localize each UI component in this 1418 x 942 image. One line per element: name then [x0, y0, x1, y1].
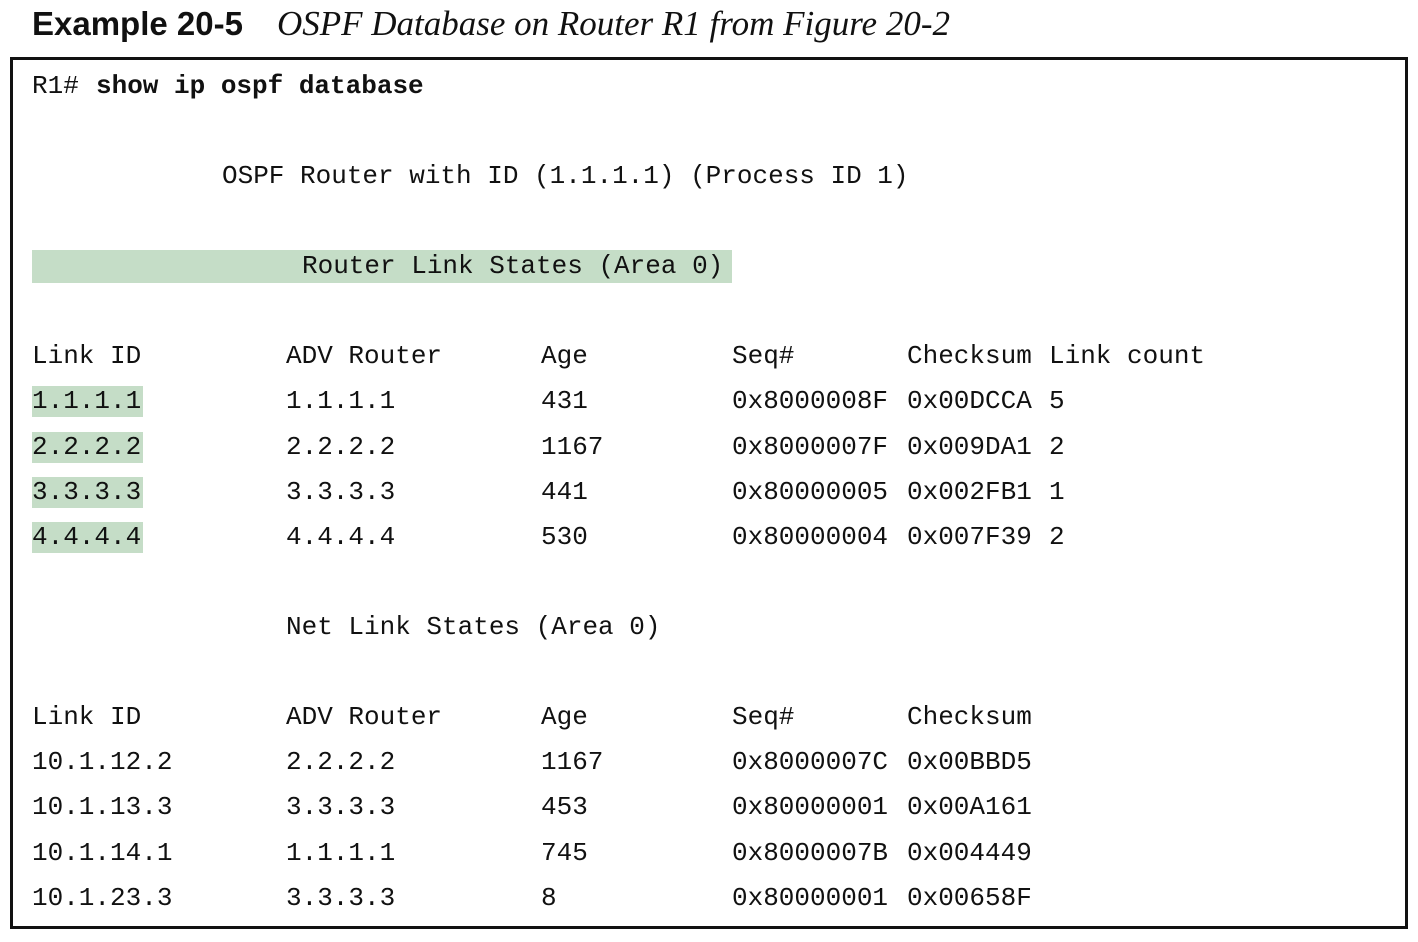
table-cell: 4.4.4.4: [32, 522, 142, 552]
table-cell: 0x80000001: [732, 883, 889, 913]
table-cell: 0x002FB1: [907, 477, 1032, 507]
table-cell: 2.2.2.2: [32, 432, 142, 462]
example-title: OSPF Database on Router R1 from Figure 2…: [276, 4, 950, 43]
table-cell: 1167: [541, 747, 604, 777]
table-cell: 4.4.4.4: [286, 522, 396, 552]
table-cell: 2.2.2.2: [286, 747, 396, 777]
column-header: ADV Router: [286, 341, 443, 371]
table-cell: 10.1.14.1: [32, 838, 173, 868]
example-number: Example 20-5: [32, 5, 243, 42]
table-cell: 0x8000007B: [732, 838, 889, 868]
table-cell: 10.1.12.2: [32, 747, 173, 777]
table-cell: 0x00BBD5: [907, 747, 1032, 777]
column-header: Age: [541, 702, 588, 732]
table-cell: 0x80000005: [732, 477, 889, 507]
table-cell: 0x004449: [907, 838, 1032, 868]
column-header: Checksum: [907, 341, 1032, 371]
table-cell: 441: [541, 477, 588, 507]
net-link-states-heading: Net Link States (Area 0): [286, 612, 661, 642]
example-caption: Example 20-5 OSPF Database on Router R1 …: [32, 4, 950, 50]
table-cell: 0x00A161: [907, 792, 1032, 822]
table-cell: 2: [1049, 522, 1065, 552]
table-cell: 1.1.1.1: [32, 386, 142, 416]
table-cell: 1.1.1.1: [286, 386, 396, 416]
table-cell: 1167: [541, 432, 604, 462]
table-cell: 3.3.3.3: [286, 792, 396, 822]
column-header: Link ID: [32, 341, 142, 371]
table-cell: 453: [541, 792, 588, 822]
table-cell: 10.1.13.3: [32, 792, 173, 822]
table-cell: 431: [541, 386, 588, 416]
cli-command: show ip ospf database: [96, 71, 424, 101]
table-cell: 0x8000007F: [732, 432, 889, 462]
table-cell: 3.3.3.3: [286, 477, 396, 507]
column-header: Link ID: [32, 702, 142, 732]
column-header: Link count: [1049, 341, 1206, 371]
router-link-states-heading: Router Link States (Area 0): [302, 251, 724, 281]
cli-prompt: R1#: [32, 71, 79, 101]
table-cell: 3.3.3.3: [32, 477, 142, 507]
column-header: Seq#: [732, 702, 795, 732]
table-cell: 0x8000007C: [732, 747, 889, 777]
table-cell: 2.2.2.2: [286, 432, 396, 462]
table-cell: 10.1.23.3: [32, 883, 173, 913]
column-header: Seq#: [732, 341, 795, 371]
table-cell: 0x009DA1: [907, 432, 1032, 462]
table-cell: 0x8000008F: [732, 386, 889, 416]
table-cell: 0x80000004: [732, 522, 889, 552]
table-cell: 0x00658F: [907, 883, 1032, 913]
table-cell: 5: [1049, 386, 1065, 416]
router-id-banner: OSPF Router with ID (1.1.1.1) (Process I…: [222, 161, 909, 191]
table-cell: 8: [541, 883, 557, 913]
table-cell: 0x80000001: [732, 792, 889, 822]
column-header: Age: [541, 341, 588, 371]
column-header: Checksum: [907, 702, 1032, 732]
table-cell: 745: [541, 838, 588, 868]
table-cell: 530: [541, 522, 588, 552]
table-cell: 1: [1049, 477, 1065, 507]
table-cell: 3.3.3.3: [286, 883, 396, 913]
table-cell: 1.1.1.1: [286, 838, 396, 868]
column-header: ADV Router: [286, 702, 443, 732]
table-cell: 0x007F39: [907, 522, 1032, 552]
table-cell: 2: [1049, 432, 1065, 462]
table-cell: 0x00DCCA: [907, 386, 1032, 416]
